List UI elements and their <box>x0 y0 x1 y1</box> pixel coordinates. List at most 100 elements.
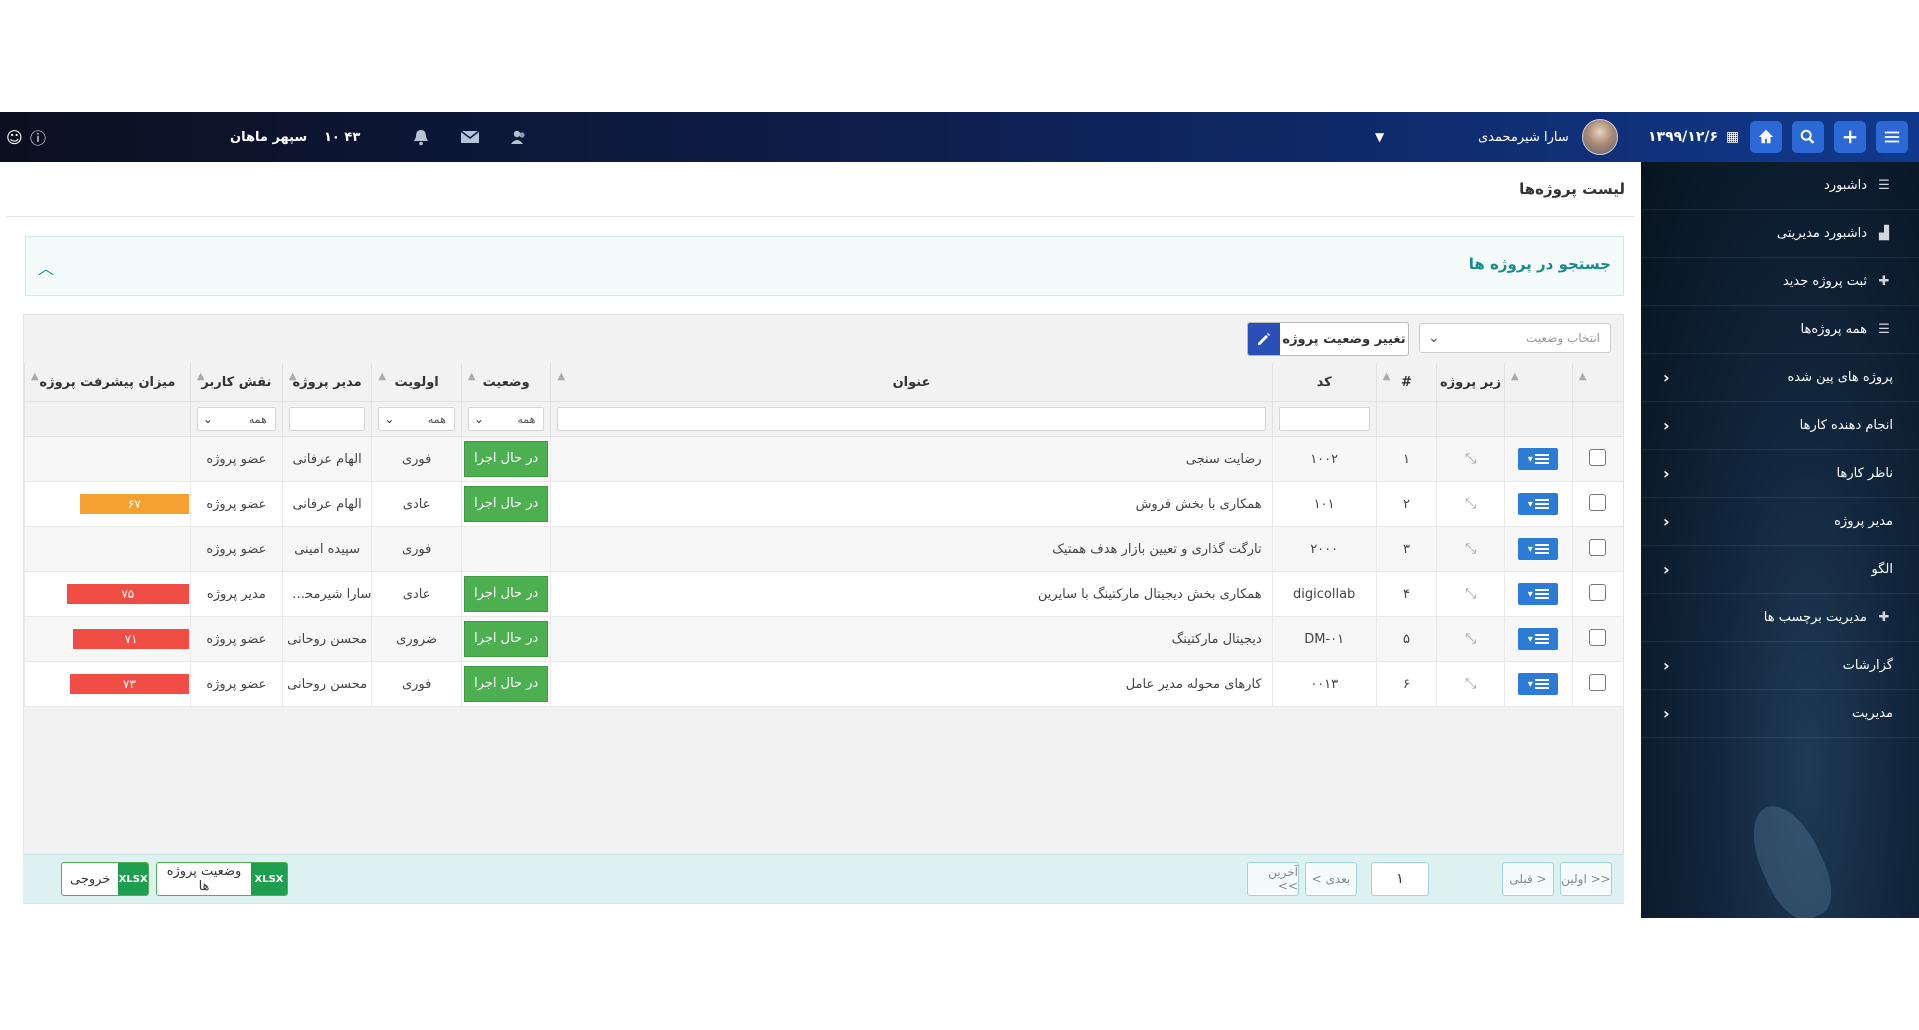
column-header-select[interactable]: ▲ <box>1571 363 1623 402</box>
sidebar-item-template[interactable]: الگو ‹ <box>1641 546 1919 594</box>
row-checkbox-cell <box>1571 616 1623 662</box>
sidebar-item-label: گزارشات <box>1842 658 1893 673</box>
column-header-subproject[interactable]: زیر پروژه <box>1436 363 1505 402</box>
column-header-status[interactable]: وضعیت ▲ <box>460 363 551 402</box>
bell-icon[interactable] <box>412 112 430 162</box>
row-menu-button[interactable]: ▾ <box>1518 493 1559 515</box>
row-subproject-cell: ⤡ <box>1436 616 1505 662</box>
search-panel-title: جستجو در پروژه ها <box>1468 255 1611 273</box>
user-name[interactable]: سارا شیرمحمدی <box>1478 112 1569 162</box>
row-menu-button[interactable]: ▾ <box>1518 583 1559 605</box>
column-header-number[interactable]: # ▲ <box>1375 363 1437 402</box>
sidebar-item-label: پروژه های پین شده <box>1787 370 1893 385</box>
manager-filter-input[interactable] <box>288 407 366 431</box>
column-header-label: # <box>1400 374 1412 390</box>
search-icon[interactable] <box>1792 121 1824 153</box>
row-title[interactable]: همکاری بخش دیجیتال مارکتینگ با سایرین <box>550 571 1273 617</box>
sidebar-item-project-manager[interactable]: مدیر پروژه ‹ <box>1641 498 1919 546</box>
page-number-input[interactable]: ۱ <box>1371 862 1429 896</box>
column-header-actions[interactable]: ▲ <box>1503 363 1573 402</box>
subproject-icon[interactable]: ⤡ <box>1465 676 1476 692</box>
column-header-code[interactable]: کد <box>1271 363 1377 402</box>
next-page-button[interactable]: بعدی > <box>1305 862 1357 896</box>
change-status-button[interactable]: تغییر وضعیت پروژه <box>1247 322 1409 356</box>
home-icon[interactable] <box>1750 121 1782 153</box>
row-checkbox[interactable] <box>1589 673 1607 691</box>
subproject-icon[interactable]: ⤡ <box>1465 586 1476 602</box>
row-priority: فوری <box>371 661 462 707</box>
subproject-icon[interactable]: ⤡ <box>1465 496 1476 512</box>
sidebar-item-management-dashboard[interactable]: ▟ داشبورد مدیریتی <box>1641 210 1919 258</box>
add-icon[interactable] <box>1834 121 1866 153</box>
title-filter-input[interactable] <box>557 407 1266 431</box>
smiley-icon[interactable]: ☺ <box>6 112 23 162</box>
output-export-button[interactable]: XLSX خروجی <box>61 862 149 896</box>
search-panel[interactable]: جستجو در پروژه ها ︿ <box>25 236 1624 296</box>
project-status-export-button[interactable]: XLSX وضعیت پروژه ها <box>156 862 288 896</box>
hamburger-menu-icon[interactable] <box>1876 121 1908 153</box>
table-row[interactable]: ▾ ⤡ ۴ digicollab همکاری بخش دیجیتال مارکتینگ… <box>24 571 1623 617</box>
prev-page-button[interactable]: < قبلی <box>1502 862 1554 896</box>
subproject-icon[interactable]: ⤡ <box>1465 631 1476 647</box>
subproject-icon[interactable]: ⤡ <box>1465 541 1476 557</box>
row-menu-button[interactable]: ▾ <box>1518 628 1559 650</box>
chevron-up-icon[interactable]: ︿ <box>38 255 54 279</box>
sidebar-item-administration[interactable]: مدیریت ‹ <box>1641 690 1919 738</box>
sidebar-item-all-projects[interactable]: ☰ همه پروژه‌ها <box>1641 306 1919 354</box>
row-title[interactable]: رضایت سنجی <box>550 436 1273 482</box>
sidebar-item-reports[interactable]: گزارشات ‹ <box>1641 642 1919 690</box>
row-checkbox[interactable] <box>1589 538 1607 556</box>
row-checkbox-cell <box>1571 481 1623 527</box>
role-filter-select[interactable]: همه ⌄ <box>196 407 276 431</box>
status-filter-select[interactable]: همه ⌄ <box>467 407 545 431</box>
table-row[interactable]: ▾ ⤡ ۵ DM-۰۱ دیجیتال مارکتینگ در حال اجرا ضروری… <box>24 616 1623 662</box>
row-checkbox[interactable] <box>1589 448 1607 466</box>
table-row[interactable]: ▾ ⤡ ۳ ۲۰۰۰ تارگت گذاری و تعیین بازار هدف همت… <box>24 526 1623 572</box>
row-checkbox[interactable] <box>1589 583 1607 601</box>
row-progress-cell <box>24 526 191 572</box>
last-page-button[interactable]: آخرین >> <box>1247 862 1299 896</box>
code-filter-input[interactable] <box>1278 407 1370 431</box>
column-header-role[interactable]: نقش کاربر ▲ <box>189 363 283 402</box>
sidebar-item-new-project[interactable]: ✚ ثبت پروژه جدید <box>1641 258 1919 306</box>
column-header-priority[interactable]: اولویت ▲ <box>371 363 462 402</box>
sidebar-item-tag-management[interactable]: ✚ مدیریت برچسب ها <box>1641 594 1919 642</box>
row-title[interactable]: دیجیتال مارکتینگ <box>550 616 1273 662</box>
column-header-title[interactable]: عنوان ▲ <box>550 363 1273 402</box>
priority-filter-select[interactable]: همه ⌄ <box>378 407 455 431</box>
column-header-progress[interactable]: میزان پیشرفت پروژه ▲ <box>24 363 191 402</box>
subproject-icon[interactable]: ⤡ <box>1465 451 1476 467</box>
sidebar-item-dashboard[interactable]: ☰ داشبورد <box>1641 162 1919 210</box>
sort-icon: ▲ <box>1578 371 1587 382</box>
row-subproject-cell: ⤡ <box>1436 436 1505 482</box>
sidebar-item-task-supervisor[interactable]: ناظر کارها ‹ <box>1641 450 1919 498</box>
row-title[interactable]: کارهای محوله مدیر عامل <box>550 661 1273 707</box>
menu-icon <box>1534 679 1549 689</box>
sidebar-item-pinned-projects[interactable]: پروژه های پین شده ‹ <box>1641 354 1919 402</box>
mail-icon[interactable] <box>460 112 480 162</box>
users-icon[interactable] <box>510 112 528 162</box>
column-header-label: اولویت <box>394 374 439 390</box>
help-icon[interactable]: ⓘ <box>30 112 46 162</box>
sidebar-item-task-doers[interactable]: انجام دهنده کارها ‹ <box>1641 402 1919 450</box>
row-title[interactable]: تارگت گذاری و تعیین بازار هدف همتیک <box>550 526 1273 572</box>
table-row[interactable]: ▾ ⤡ ۱ ۱۰۰۲ رضایت سنجی در حال اجرا فوری الهام عر… <box>24 436 1623 482</box>
row-status-cell: در حال اجرا <box>460 481 551 527</box>
row-title[interactable]: همکاری با بخش فروش <box>550 481 1273 527</box>
avatar[interactable] <box>1582 112 1618 162</box>
table-row[interactable]: ▾ ⤡ ۲ ۱۰۱ همکاری با بخش فروش در حال اجرا عادی ا… <box>24 481 1623 527</box>
row-checkbox[interactable] <box>1589 628 1607 646</box>
column-header-manager[interactable]: مدیر پروژه ▲ <box>281 363 372 402</box>
table-row[interactable]: ▾ ⤡ ۶ ۰۰۱۳ کارهای محوله مدیر عامل در حال اجرا… <box>24 661 1623 707</box>
list-icon: ☰ <box>1878 322 1890 337</box>
first-page-button[interactable]: << اولین <box>1560 862 1612 896</box>
status-select[interactable]: انتخاب وضعیت ⌄ <box>1419 323 1611 353</box>
dropdown-caret-icon[interactable]: ▼ <box>1375 112 1384 162</box>
row-menu-button[interactable]: ▾ <box>1518 538 1559 560</box>
row-checkbox[interactable] <box>1589 493 1607 511</box>
row-menu-button[interactable]: ▾ <box>1518 448 1559 470</box>
row-menu-button[interactable]: ▾ <box>1518 673 1559 695</box>
chevron-down-icon: ⌄ <box>384 412 395 426</box>
sidebar-item-label: الگو <box>1871 562 1893 577</box>
organization-name[interactable]: سپهر ماهان <box>230 112 307 162</box>
